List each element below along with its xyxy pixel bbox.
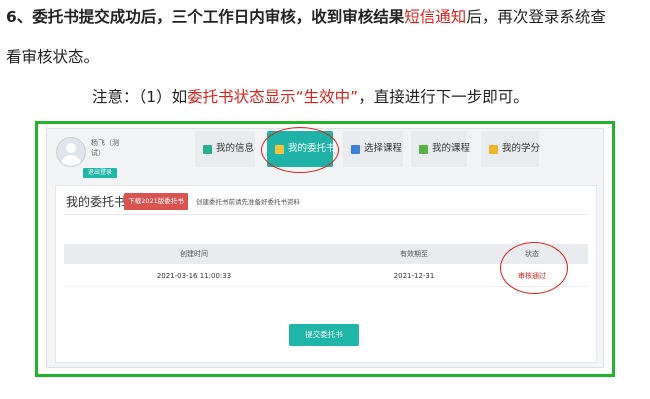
note-text: 注意：（1）如委托书状态显示“生效中”，直接进行下一步即可。 — [92, 86, 529, 108]
note-suffix: ，直接进行下一步即可。 — [358, 88, 529, 106]
avatar-body-shape — [61, 155, 81, 166]
status-highlight-circle — [500, 242, 568, 294]
logout-button[interactable]: 退出登录 — [83, 168, 117, 178]
avatar-head-shape — [66, 143, 76, 153]
tab-label: 我的信息 — [216, 143, 255, 154]
download-contract-button[interactable]: 下载2021版委托书 — [124, 193, 188, 210]
header-valid-until: 有效期至 — [400, 250, 428, 258]
id-card-icon — [203, 145, 212, 154]
tab-select-course[interactable]: 选择课程 — [343, 131, 403, 167]
step-6-text: 6、委托书提交成功后，三个工作日内审核，收到审核结果短信通知后，再次登录系统查 — [6, 6, 606, 28]
step-suffix: 后，再次登录系统查 — [466, 8, 606, 26]
top-nav-bar: 杨飞（测试） 退出登录 我的信息 我的委托书 选择课程 我的课程 我的学分 — [47, 127, 603, 179]
book-icon — [351, 145, 360, 154]
cell-created-time: 2021-03-16 11:00:33 — [156, 272, 232, 280]
tab-my-info[interactable]: 我的信息 — [195, 131, 255, 167]
note-prefix: 注意：（1）如 — [92, 88, 188, 106]
cell-valid-until: 2021-12-31 — [393, 272, 435, 280]
course-icon — [419, 145, 428, 154]
prepare-hint: 创建委托书前请先准备好委托书资料 — [196, 198, 300, 206]
tab-label: 我的学分 — [502, 143, 541, 154]
submit-contract-button[interactable]: 提交委托书 — [289, 324, 359, 346]
tab-highlight-circle — [261, 127, 339, 173]
tab-label: 我的课程 — [432, 143, 471, 154]
header-created-time: 创建时间 — [180, 250, 208, 258]
user-name: 杨飞（测试） — [91, 139, 119, 157]
credit-icon — [489, 145, 498, 154]
portal-window: 杨飞（测试） 退出登录 我的信息 我的委托书 选择课程 我的课程 我的学分 我的… — [46, 127, 604, 368]
card-title: 我的委托书 — [66, 195, 127, 209]
tab-my-credits[interactable]: 我的学分 — [481, 131, 541, 167]
sms-notice-highlight: 短信通知 — [404, 8, 467, 26]
tab-label: 选择课程 — [364, 143, 403, 154]
effective-status-highlight: 委托书状态显示“生效中” — [187, 88, 359, 106]
tab-my-courses[interactable]: 我的课程 — [411, 131, 471, 167]
contract-card: 我的委托书 下载2021版委托书 创建委托书前请先准备好委托书资料 创建时间 有… — [55, 185, 597, 363]
step-6-text-continued: 看审核状态。 — [6, 48, 100, 66]
avatar — [56, 137, 86, 167]
step-prefix: 6、委托书提交成功后，三个工作日内审核，收到审核结果 — [6, 8, 405, 26]
screenshot-frame: 杨飞（测试） 退出登录 我的信息 我的委托书 选择课程 我的课程 我的学分 我的… — [35, 121, 615, 377]
divider — [64, 214, 588, 215]
